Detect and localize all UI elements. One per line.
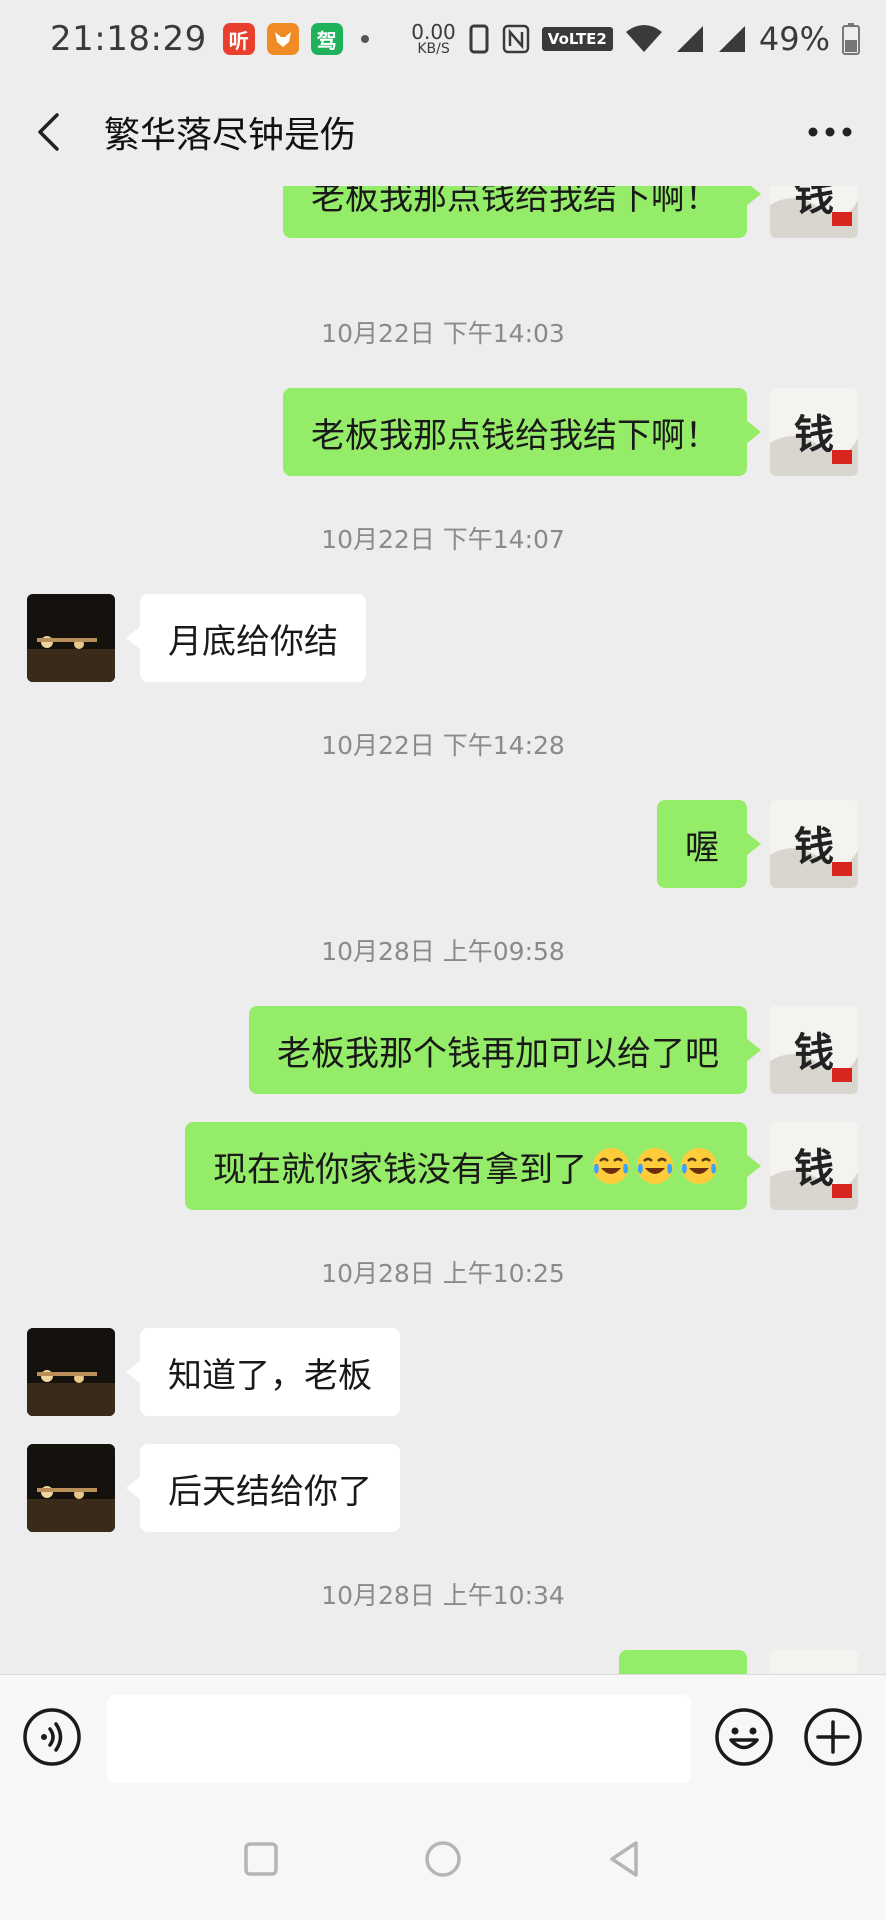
plus-circle-icon: [804, 1708, 862, 1766]
recent-apps-button[interactable]: [236, 1834, 286, 1884]
contact-avatar[interactable]: [27, 1328, 115, 1416]
message-input[interactable]: [107, 1695, 691, 1783]
nfc-icon: [502, 24, 530, 54]
self-avatar[interactable]: 钱: [770, 800, 858, 888]
message-bubble-other[interactable]: 月底给你结: [126, 594, 366, 682]
contact-avatar[interactable]: [27, 1444, 115, 1532]
self-avatar[interactable]: 钱: [770, 1122, 858, 1210]
laughing-crying-emoji-icon: [681, 1148, 717, 1184]
contact-avatar[interactable]: [27, 594, 115, 682]
back-button[interactable]: [26, 102, 70, 162]
more-dots-icon: [808, 127, 852, 137]
message-bubble-self[interactable]: 现在就你家钱没有拿到了: [185, 1122, 761, 1210]
voice-input-button[interactable]: [22, 1707, 82, 1767]
status-bar: 21:18:29 听 驾 0.00 KB/S VoLTE2 49%: [0, 0, 886, 78]
message-timestamp: 10月28日 上午09:58: [321, 937, 565, 966]
self-avatar[interactable]: 钱: [770, 186, 858, 238]
wifi-icon: [625, 25, 662, 52]
self-avatar[interactable]: 钱: [770, 388, 858, 476]
message-bubble-other[interactable]: 后天结给你了: [126, 1444, 400, 1532]
battery-icon: [842, 23, 860, 55]
message-timestamp: 10月22日 下午14:07: [321, 525, 565, 554]
message-bubble-self[interactable]: 老板我那点钱给我结下啊！: [283, 388, 761, 476]
vibrate-icon: [469, 24, 489, 54]
chat-header: 繁华落尽钟是伤: [0, 78, 886, 186]
message-bubble-self[interactable]: 喔: [657, 800, 761, 888]
triangle-back-icon: [610, 1841, 638, 1877]
message-bubble-other[interactable]: 知道了，老板: [126, 1328, 400, 1416]
back-nav-button[interactable]: [600, 1834, 650, 1884]
ting-app-icon: 听: [222, 23, 255, 55]
self-avatar-glyph: 钱: [794, 1029, 834, 1076]
voice-icon: [23, 1708, 81, 1766]
emoji-button[interactable]: [714, 1707, 774, 1767]
self-avatar-glyph: 钱: [794, 186, 834, 220]
message-timestamp: 10月28日 上午10:25: [321, 1259, 565, 1288]
message-timestamp: 10月22日 下午14:03: [321, 319, 565, 348]
home-button[interactable]: [418, 1834, 468, 1884]
drive-app-icon: 驾: [310, 23, 343, 55]
circle-icon: [425, 1841, 461, 1877]
system-nav-bar: [0, 1798, 886, 1920]
message-timestamp: 10月22日 下午14:28: [321, 731, 565, 760]
more-options-button[interactable]: [800, 102, 860, 162]
self-avatar-glyph: 钱: [794, 1145, 834, 1192]
status-time: 21:18:29: [50, 19, 207, 59]
status-app-icons: 听 驾: [222, 23, 343, 55]
square-icon: [244, 1842, 278, 1876]
self-avatar[interactable]: [770, 1650, 858, 1674]
battery-percent: 49%: [758, 20, 830, 58]
message-timestamp: 10月28日 上午10:34: [321, 1581, 565, 1610]
chat-input-bar: [0, 1674, 886, 1798]
volte-badge: VoLTE2: [541, 27, 613, 51]
self-avatar-glyph: 钱: [794, 411, 834, 458]
notification-dot-icon: [360, 35, 369, 43]
net-speed: 0.00 KB/S: [411, 20, 456, 57]
self-avatar[interactable]: 钱: [770, 1006, 858, 1094]
message-list[interactable]: 老板我那点钱给我结下啊！ 钱 10月22日 下午14:03 老板我那点钱给我结下…: [0, 186, 886, 1674]
message-bubble-self[interactable]: 老板我那点钱给我结下啊！: [283, 186, 761, 238]
laughing-crying-emoji-icon: [637, 1148, 673, 1184]
message-bubble-self[interactable]: [619, 1650, 747, 1674]
laughing-crying-emoji-icon: [593, 1148, 629, 1184]
more-functions-button[interactable]: [803, 1707, 863, 1767]
back-arrow-icon: [38, 113, 59, 151]
signal-icon: [718, 26, 745, 52]
chat-title: 繁华落尽钟是伤: [104, 115, 357, 156]
smiley-icon: [715, 1708, 773, 1766]
message-bubble-self[interactable]: 老板我那个钱再加可以给了吧: [249, 1006, 761, 1094]
fox-app-icon: [266, 23, 299, 55]
self-avatar-glyph: 钱: [794, 823, 834, 870]
signal-icon: [676, 26, 703, 52]
